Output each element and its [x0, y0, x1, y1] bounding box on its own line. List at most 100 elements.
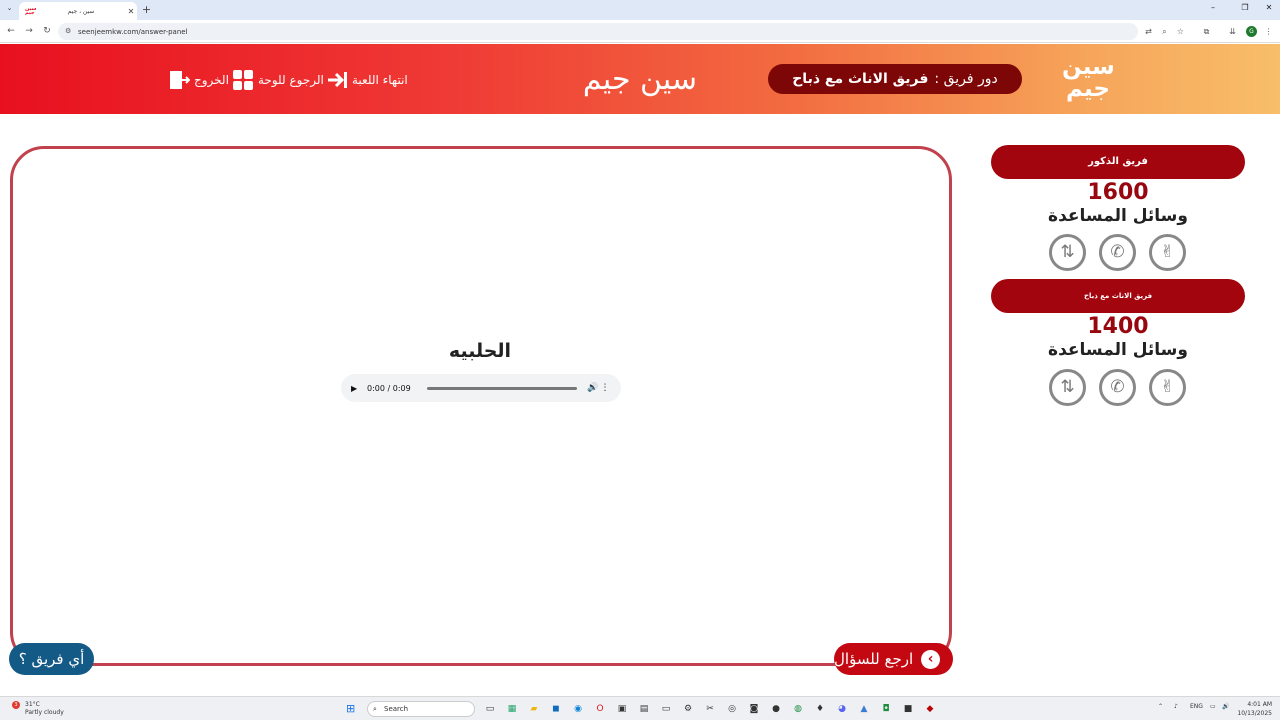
- steam-icon[interactable]: ◎: [726, 703, 738, 715]
- play-icon[interactable]: ▶: [351, 384, 363, 393]
- tab-title: سين ، جيم: [67, 7, 95, 15]
- search-icon: ⌕: [373, 705, 377, 713]
- which-team-button[interactable]: أي فريق ؟: [9, 643, 94, 675]
- two-answers-icon[interactable]: ✌: [1149, 234, 1186, 271]
- lifelines-label: وسائل المساعدة: [1048, 340, 1188, 360]
- end-game-link[interactable]: انتهاء اللعبة: [326, 68, 408, 92]
- tab-search-icon[interactable]: ⌄: [4, 4, 15, 16]
- file-explorer-icon[interactable]: ▰: [528, 703, 540, 715]
- translate-icon[interactable]: ⇄: [1142, 25, 1155, 38]
- clock[interactable]: 4:01 AM 10/13/2025: [1236, 700, 1272, 718]
- swap-icon[interactable]: ⇅: [1049, 369, 1086, 406]
- arrow-right-bar-icon: [328, 72, 347, 88]
- turn-label: دور فريق :: [934, 71, 998, 87]
- app-icon[interactable]: ◆: [924, 703, 936, 715]
- microphone-icon[interactable]: ♪: [1174, 703, 1178, 710]
- exit-link[interactable]: الخروج: [168, 68, 229, 92]
- volume-icon[interactable]: 🔊: [587, 383, 599, 393]
- team-name-pill: فريق الاناث مع ذباح: [991, 279, 1245, 313]
- date: 10/13/2025: [1237, 710, 1272, 717]
- bookmark-star-icon[interactable]: ☆: [1174, 25, 1187, 38]
- excel-icon[interactable]: ▦: [506, 703, 518, 715]
- team-score: 1600: [1087, 180, 1149, 205]
- network-icon[interactable]: ▭: [1210, 703, 1216, 710]
- calculator-icon[interactable]: ▤: [638, 703, 650, 715]
- audio-progress-track[interactable]: [427, 386, 577, 390]
- terminal-icon[interactable]: ■: [902, 703, 914, 715]
- settings-icon[interactable]: ⚙: [682, 703, 694, 715]
- close-window-icon[interactable]: ✕: [1261, 3, 1277, 15]
- weather-text: Partly cloudy: [25, 709, 64, 716]
- two-answers-icon[interactable]: ✌: [1149, 369, 1186, 406]
- windows-taskbar: 3 31°C Partly cloudy ⊞ ⌕ Search ▭ ▦ ▰ ◼ …: [0, 696, 1280, 720]
- volume-icon[interactable]: 🔊: [1222, 703, 1229, 710]
- phone-icon[interactable]: ✆: [1099, 369, 1136, 406]
- door-exit-icon: [170, 71, 190, 89]
- site-info-icon[interactable]: ⚙: [65, 27, 71, 35]
- team-score: 1400: [1087, 314, 1149, 339]
- discord-icon[interactable]: ◕: [836, 703, 848, 715]
- back-icon[interactable]: ←: [4, 25, 18, 38]
- url-field[interactable]: ⚙ seenjeemkw.com/answer-panel: [58, 23, 1138, 40]
- downloads-icon[interactable]: ⇊: [1226, 25, 1239, 38]
- site-logo[interactable]: سين جيم: [1062, 56, 1115, 104]
- store-icon[interactable]: ◼: [550, 703, 562, 715]
- app-icon[interactable]: ▲: [858, 703, 870, 715]
- maximize-icon[interactable]: ❐: [1237, 3, 1253, 15]
- weather-badge: 3: [12, 701, 20, 709]
- profile-avatar[interactable]: G: [1246, 26, 1257, 37]
- app-icon[interactable]: ◙: [748, 703, 760, 715]
- opera-icon[interactable]: O: [594, 703, 606, 715]
- zoom-icon[interactable]: ⌕: [1158, 25, 1171, 38]
- app-icon[interactable]: ▭: [660, 703, 672, 715]
- team-name-pill: فريق الذكور: [991, 145, 1245, 179]
- phone-icon[interactable]: ✆: [1099, 234, 1136, 271]
- grid-icon: [233, 70, 253, 90]
- chevron-right-icon: ›: [921, 649, 941, 669]
- app-icon[interactable]: ▣: [616, 703, 628, 715]
- minimize-icon[interactable]: –: [1205, 3, 1221, 15]
- new-tab-icon[interactable]: +: [140, 3, 153, 16]
- back-to-board-label: الرجوع للوحة: [258, 73, 324, 87]
- app-icon[interactable]: ♦: [814, 703, 826, 715]
- more-options-icon[interactable]: ⋮: [599, 383, 611, 393]
- extensions-icon[interactable]: ⧉: [1200, 25, 1213, 38]
- end-game-label: انتهاء اللعبة: [352, 73, 408, 87]
- browser-menu-icon[interactable]: ⋮: [1262, 25, 1275, 38]
- language-indicator[interactable]: ENG: [1190, 703, 1203, 710]
- lifelines-label: وسائل المساعدة: [1048, 206, 1188, 226]
- windows-start-icon[interactable]: ⊞: [346, 703, 358, 715]
- app-icon[interactable]: ◘: [880, 703, 892, 715]
- exit-label: الخروج: [194, 73, 229, 87]
- weather-widget[interactable]: 3 31°C Partly cloudy: [12, 701, 64, 717]
- back-to-question-button[interactable]: › ارجع للسؤال: [834, 643, 953, 675]
- address-bar-row: ← → ↻ ⚙ seenjeemkw.com/answer-panel ⇄ ⌕ …: [0, 20, 1280, 43]
- answer-panel: [10, 146, 952, 666]
- show-hidden-icons-icon[interactable]: ⌃: [1158, 703, 1163, 710]
- github-icon[interactable]: ●: [770, 703, 782, 715]
- back-to-board-link[interactable]: الرجوع للوحة: [232, 68, 324, 92]
- audio-player[interactable]: ▶ 0:00 / 0:09 🔊 ⋮: [341, 374, 621, 402]
- tab-favicon: سين جيم: [25, 5, 37, 16]
- back-to-question-label: ارجع للسؤال: [834, 650, 914, 668]
- reload-icon[interactable]: ↻: [40, 25, 54, 38]
- taskbar-search[interactable]: ⌕ Search: [367, 701, 475, 717]
- forward-icon[interactable]: →: [22, 25, 36, 38]
- search-placeholder: Search: [384, 705, 409, 713]
- page-title: سين جيم: [582, 62, 698, 97]
- url-text: seenjeemkw.com/answer-panel: [78, 27, 188, 36]
- turn-team-name: فريق الاناث مع ذباح: [792, 71, 929, 87]
- edge-icon[interactable]: ◉: [572, 703, 584, 715]
- current-turn-pill: دور فريق : فريق الاناث مع ذباح: [768, 64, 1022, 94]
- time: 4:01 AM: [1247, 701, 1272, 708]
- header-banner: سين جيم دور فريق : فريق الاناث مع ذباح س…: [0, 44, 1280, 114]
- swap-icon[interactable]: ⇅: [1049, 234, 1086, 271]
- temperature: 31°C: [25, 701, 40, 708]
- close-tab-icon[interactable]: ✕: [125, 7, 137, 16]
- task-view-icon[interactable]: ▭: [484, 703, 496, 715]
- chrome-icon[interactable]: ◍: [792, 703, 804, 715]
- browser-tab[interactable]: سين جيم سين ، جيم ✕: [19, 2, 137, 20]
- capcut-icon[interactable]: ✂: [704, 703, 716, 715]
- answer-text: الحلبيه: [448, 340, 512, 362]
- audio-time: 0:00 / 0:09: [367, 383, 411, 393]
